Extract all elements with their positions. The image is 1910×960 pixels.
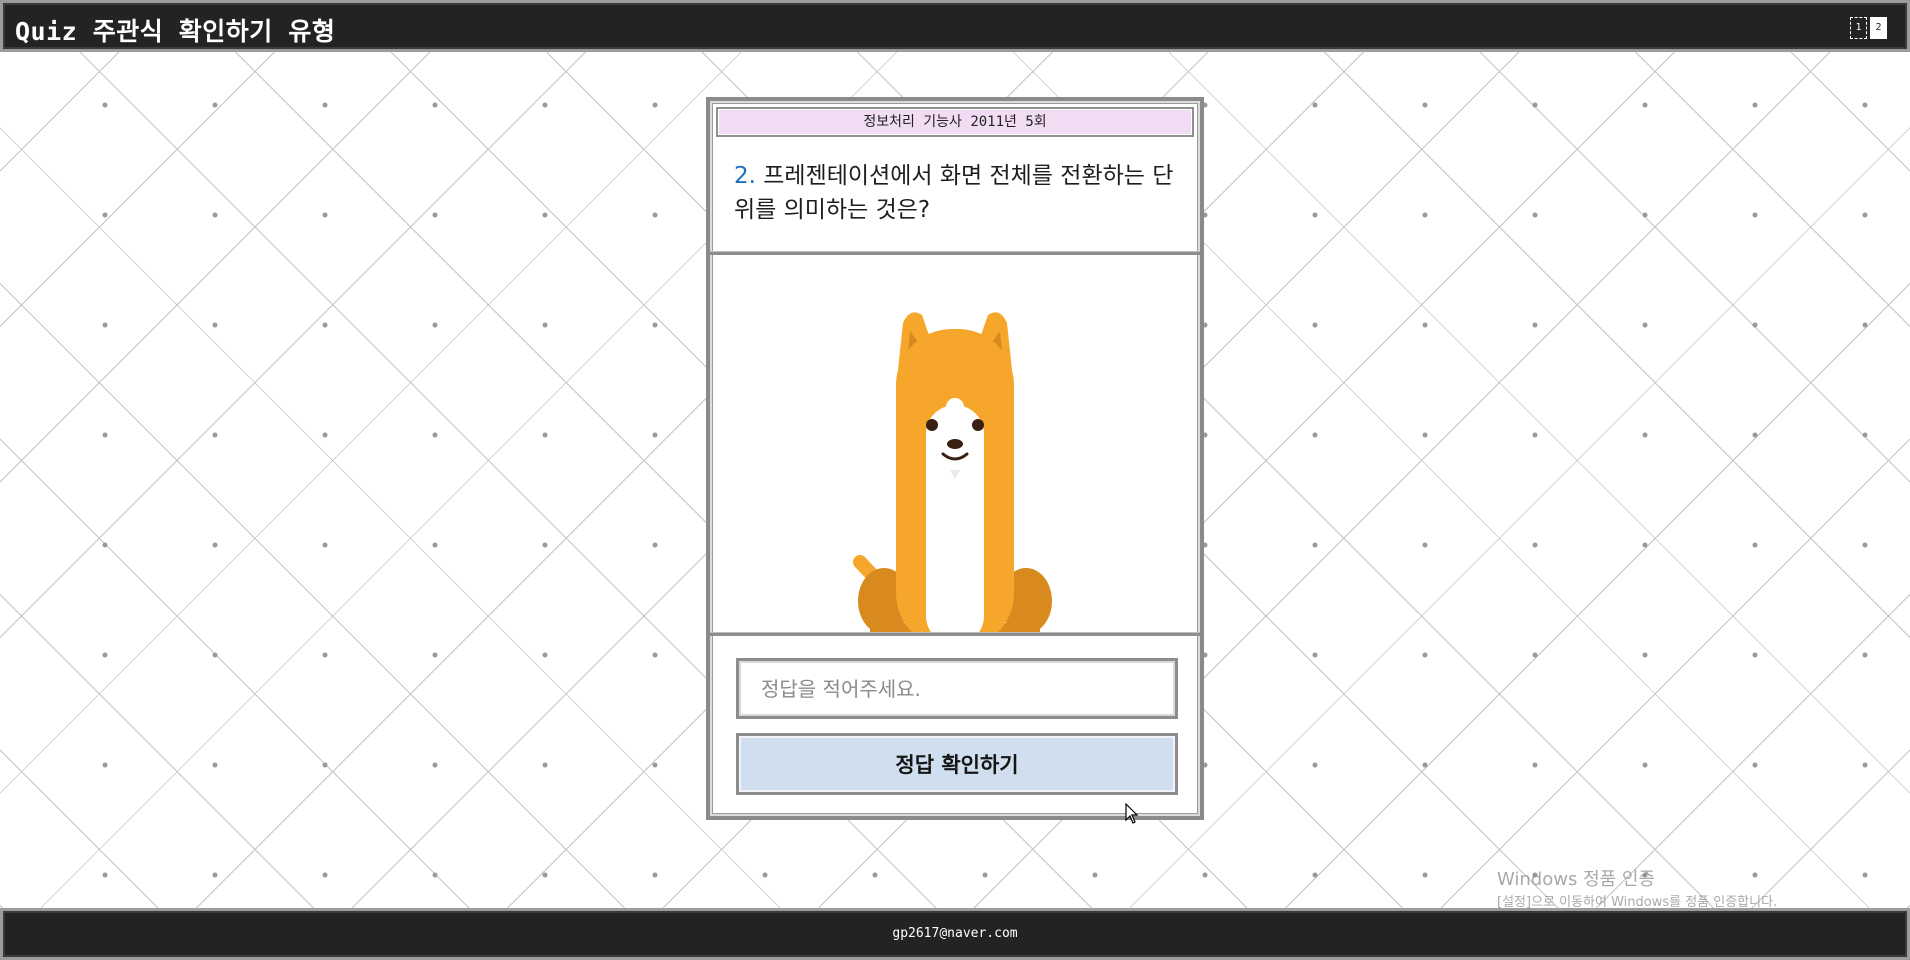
divider — [710, 632, 1200, 636]
windows-activation-watermark: Windows 정품 인증 [설정]으로 이동하여 Windows를 정품 인증… — [1497, 868, 1777, 912]
window-button-1[interactable]: 1 — [1850, 17, 1867, 39]
footer-email: gp2617@naver.com — [892, 926, 1018, 941]
quiz-header: 정보처리 기능사 2011년 5회 — [716, 107, 1194, 137]
question-text: 프레젠테이션에서 화면 전체를 전환하는 단위를 의미하는 것은? — [734, 163, 1174, 223]
window-button-2[interactable]: 2 — [1870, 17, 1887, 39]
watermark-title: Windows 정품 인증 — [1497, 869, 1656, 890]
question-text-block: 2. 프레젠테이션에서 화면 전체를 전환하는 단위를 의미하는 것은? — [734, 159, 1184, 227]
check-answer-button[interactable]: 정답 확인하기 — [736, 733, 1178, 795]
quiz-card: 정보처리 기능사 2011년 5회 2. 프레젠테이션에서 화면 전체를 전환하… — [706, 97, 1204, 820]
answer-input[interactable] — [736, 658, 1178, 719]
mouse-cursor-icon — [1125, 803, 1139, 824]
app-title: Quiz 주관식 확인하기 유형 — [15, 17, 336, 46]
question-number: 2. — [734, 163, 756, 189]
footer-bar: gp2617@naver.com — [0, 908, 1910, 960]
corgi-dog-illustration — [853, 312, 1052, 632]
illustration-area — [710, 255, 1200, 632]
title-bar: Quiz 주관식 확인하기 유형 1 2 — [0, 0, 1910, 52]
